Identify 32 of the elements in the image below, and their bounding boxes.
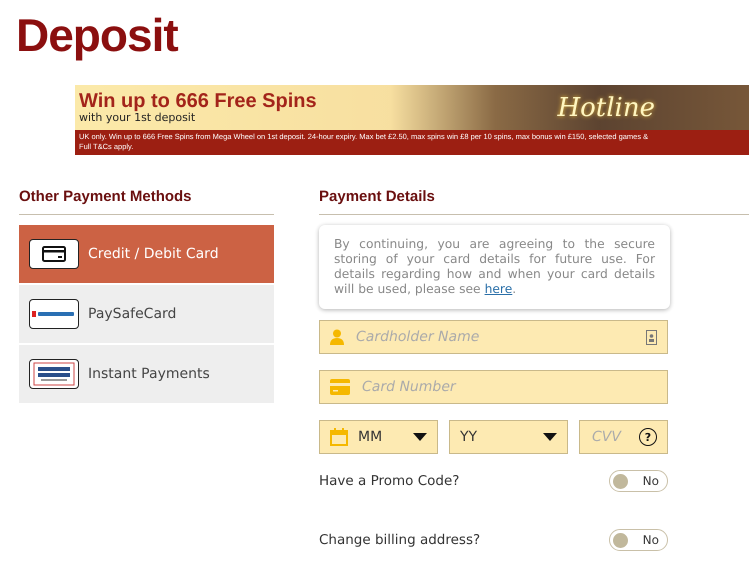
cardholder-name-field[interactable]: Cardholder Name — [319, 320, 668, 354]
section-heading: Payment Details — [319, 188, 749, 215]
card-number-input[interactable]: Card Number — [360, 378, 657, 396]
consent-notice: By continuing, you are agreeing to the secure storing of your card details for future use. For details regarding how and when your card details will be used, please see here. — [319, 225, 670, 309]
card-number-field[interactable]: Card Number — [319, 370, 668, 404]
toggle-switch[interactable]: No — [609, 470, 668, 492]
banner-headline: Win up to 666 Free Spins — [79, 91, 317, 112]
page-title: Deposit — [16, 8, 178, 62]
toggle-label: Have a Promo Code? — [319, 473, 460, 489]
cvv-field[interactable]: CVV ? — [579, 420, 668, 454]
help-button[interactable]: ? — [639, 428, 657, 446]
contact-card-icon — [646, 330, 657, 344]
cvv-input[interactable]: CVV — [590, 428, 639, 446]
person-icon — [330, 329, 344, 345]
paysafecard-logo-icon — [32, 309, 76, 319]
payment-method-item[interactable]: Credit / Debit Card — [19, 225, 274, 283]
cardholder-name-input[interactable]: Cardholder Name — [354, 328, 646, 346]
banner-logo: Hotline — [557, 92, 655, 122]
payment-method-item[interactable]: PaySafeCard — [19, 285, 274, 343]
payment-method-item[interactable]: Instant Payments — [19, 345, 274, 403]
caret-icon — [413, 433, 427, 441]
toggle-switch[interactable]: No — [609, 529, 668, 551]
credit-card-icon — [42, 246, 66, 262]
here-link[interactable]: here — [484, 282, 512, 296]
month-dropdown[interactable]: MM — [319, 420, 438, 454]
section-heading: Other Payment Methods — [19, 188, 274, 215]
banner-subline: with your 1st deposit — [79, 112, 196, 124]
caret-icon — [543, 433, 557, 441]
calendar-icon — [330, 428, 348, 446]
toggle-label: Change billing address? — [319, 532, 480, 548]
year-dropdown[interactable]: YY — [449, 420, 568, 454]
credit-card-icon — [330, 379, 350, 395]
